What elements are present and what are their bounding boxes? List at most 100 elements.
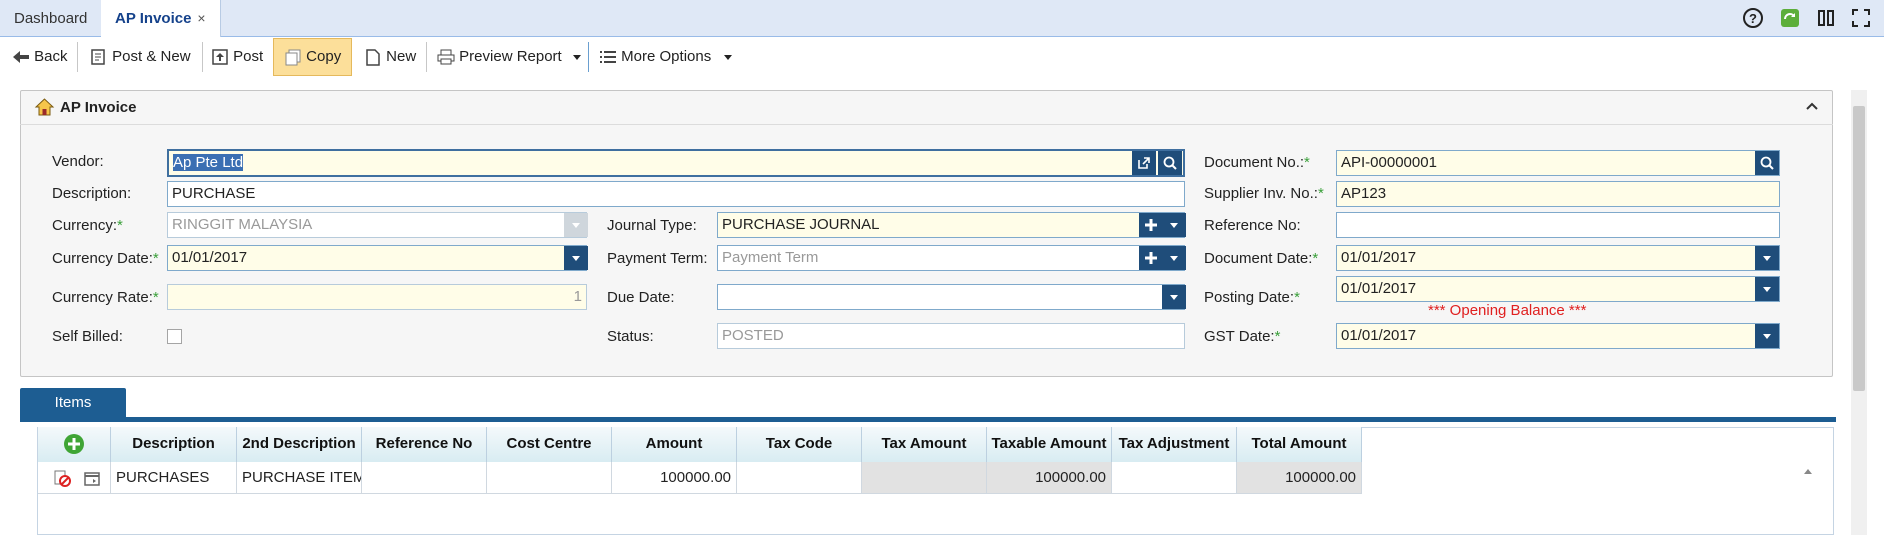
journal-type-label: Journal Type: bbox=[607, 217, 697, 234]
self-billed-label: Self Billed: bbox=[52, 328, 123, 345]
items-tab-strip bbox=[20, 417, 1836, 422]
table-cell-cost-centre[interactable] bbox=[487, 462, 612, 494]
journal-type-dropdown-button[interactable] bbox=[1162, 213, 1186, 237]
due-date-picker-button[interactable] bbox=[1162, 285, 1186, 309]
self-billed-checkbox[interactable] bbox=[167, 329, 182, 344]
copy-button[interactable]: Copy bbox=[273, 38, 352, 76]
open-vendor-button[interactable] bbox=[1132, 151, 1156, 175]
column-header-description[interactable]: Description bbox=[111, 427, 237, 462]
add-journal-type-button[interactable] bbox=[1139, 213, 1163, 237]
back-label: Back bbox=[34, 48, 68, 65]
post-button[interactable]: Post bbox=[211, 38, 263, 76]
document-date-label: Document Date:* bbox=[1204, 250, 1318, 267]
home-icon bbox=[34, 98, 55, 116]
table-cell-2nd-description[interactable]: PURCHASE ITEM bbox=[237, 462, 362, 494]
help-icon[interactable]: ? bbox=[1742, 7, 1764, 29]
new-button[interactable]: New bbox=[364, 38, 416, 76]
currency-rate-field[interactable]: 1 bbox=[167, 284, 587, 310]
posting-date-picker-button[interactable] bbox=[1755, 277, 1779, 301]
chevron-down-icon bbox=[572, 223, 580, 228]
column-header-amount[interactable]: Amount bbox=[612, 427, 737, 462]
currency-rate-label: Currency Rate:* bbox=[52, 289, 159, 306]
column-header-tax-code[interactable]: Tax Code bbox=[737, 427, 862, 462]
table-cell-amount[interactable]: 100000.00 bbox=[612, 462, 737, 494]
reference-no-field[interactable] bbox=[1336, 212, 1780, 238]
table-cell-reference-no[interactable] bbox=[362, 462, 487, 494]
document-date-picker-button[interactable] bbox=[1755, 246, 1779, 270]
more-options-caret-icon[interactable] bbox=[723, 53, 733, 61]
tab-ap-invoice[interactable]: AP Invoice × bbox=[101, 0, 221, 38]
back-button[interactable]: Back bbox=[12, 38, 68, 76]
payment-term-label: Payment Term: bbox=[607, 250, 708, 267]
supplier-inv-no-field[interactable]: AP123 bbox=[1336, 181, 1780, 207]
table-row-actions bbox=[38, 462, 111, 494]
column-header-reference-no[interactable]: Reference No bbox=[362, 427, 487, 462]
currency-date-field[interactable]: 01/01/2017 bbox=[167, 245, 587, 271]
gst-date-picker-button[interactable] bbox=[1755, 324, 1779, 348]
document-no-search-button[interactable] bbox=[1755, 151, 1779, 175]
column-header-cost-centre[interactable]: Cost Centre bbox=[487, 427, 612, 462]
toolbar-divider bbox=[202, 42, 203, 72]
copy-label: Copy bbox=[306, 48, 342, 65]
page-scrollbar-thumb[interactable] bbox=[1853, 106, 1865, 391]
toolbar-divider bbox=[426, 42, 427, 72]
toolbar-divider bbox=[588, 42, 589, 72]
tab-items[interactable]: Items bbox=[20, 388, 126, 418]
currency-label: Currency:* bbox=[52, 217, 123, 234]
column-header-taxable-amount[interactable]: Taxable Amount bbox=[987, 427, 1112, 462]
upload-icon bbox=[212, 49, 228, 65]
journal-type-value: PURCHASE JOURNAL bbox=[722, 216, 880, 233]
journal-type-field[interactable]: PURCHASE JOURNAL bbox=[717, 212, 1185, 238]
post-new-button[interactable]: Post & New bbox=[90, 38, 191, 76]
new-label: New bbox=[386, 48, 417, 65]
due-date-label: Due Date: bbox=[607, 289, 675, 306]
table-cell-tax-adjustment[interactable] bbox=[1112, 462, 1237, 494]
column-header-2nd-description[interactable]: 2nd Description bbox=[237, 427, 362, 462]
more-options-label: More Options bbox=[621, 48, 712, 65]
preview-report-button[interactable]: Preview Report bbox=[437, 38, 562, 76]
panel-header bbox=[20, 90, 1833, 125]
column-header-tax-adjustment[interactable]: Tax Adjustment bbox=[1112, 427, 1237, 462]
vendor-search-button[interactable] bbox=[1158, 151, 1182, 175]
currency-date-picker-button[interactable] bbox=[564, 246, 588, 270]
vendor-label: Vendor: bbox=[52, 153, 104, 170]
payment-term-dropdown-button[interactable] bbox=[1162, 246, 1186, 270]
add-row-icon[interactable] bbox=[63, 433, 85, 455]
printer-icon bbox=[437, 49, 455, 65]
payment-term-field[interactable]: Payment Term bbox=[717, 245, 1185, 271]
preview-report-label: Preview Report bbox=[459, 48, 562, 65]
fullscreen-icon[interactable] bbox=[1850, 7, 1872, 29]
grid-scroll-up-icon[interactable] bbox=[1803, 467, 1813, 475]
chevron-down-icon bbox=[1763, 287, 1771, 292]
document-no-field[interactable]: API-00000001 bbox=[1336, 150, 1780, 176]
posting-date-field[interactable]: 01/01/2017 bbox=[1336, 276, 1780, 302]
tab-dashboard[interactable]: Dashboard bbox=[0, 0, 103, 37]
column-header-tax-amount[interactable]: Tax Amount bbox=[862, 427, 987, 462]
required-mark: * bbox=[117, 217, 123, 234]
refresh-icon[interactable] bbox=[1779, 7, 1801, 29]
document-date-field[interactable]: 01/01/2017 bbox=[1336, 245, 1780, 271]
collapse-chevron-icon[interactable] bbox=[1806, 101, 1818, 111]
row-detail-icon[interactable] bbox=[83, 469, 101, 487]
columns-icon[interactable] bbox=[1815, 7, 1837, 29]
column-header-total-amount[interactable]: Total Amount bbox=[1237, 427, 1362, 462]
arrow-left-icon bbox=[13, 51, 29, 64]
close-tab-icon[interactable]: × bbox=[197, 10, 205, 26]
due-date-field[interactable] bbox=[717, 284, 1185, 310]
document-no-label: Document No.:* bbox=[1204, 154, 1310, 171]
toolbar-divider bbox=[77, 42, 78, 72]
table-cell-description[interactable]: PURCHASES bbox=[111, 462, 237, 494]
gst-date-field[interactable]: 01/01/2017 bbox=[1336, 323, 1780, 349]
chevron-down-icon bbox=[1170, 256, 1178, 261]
preview-dropdown-caret-icon[interactable] bbox=[572, 53, 582, 61]
required-mark: * bbox=[1294, 289, 1300, 306]
posting-date-value: 01/01/2017 bbox=[1341, 280, 1417, 297]
add-payment-term-button[interactable] bbox=[1139, 246, 1163, 270]
currency-label-text: Currency: bbox=[52, 217, 118, 234]
delete-row-icon[interactable] bbox=[53, 469, 71, 488]
description-field[interactable]: PURCHASE bbox=[167, 181, 1185, 207]
vendor-field[interactable]: Ap Pte Ltd bbox=[167, 149, 1185, 177]
table-cell-tax-code[interactable] bbox=[737, 462, 862, 494]
copy-icon bbox=[285, 49, 301, 66]
more-options-button[interactable]: More Options bbox=[599, 38, 711, 76]
